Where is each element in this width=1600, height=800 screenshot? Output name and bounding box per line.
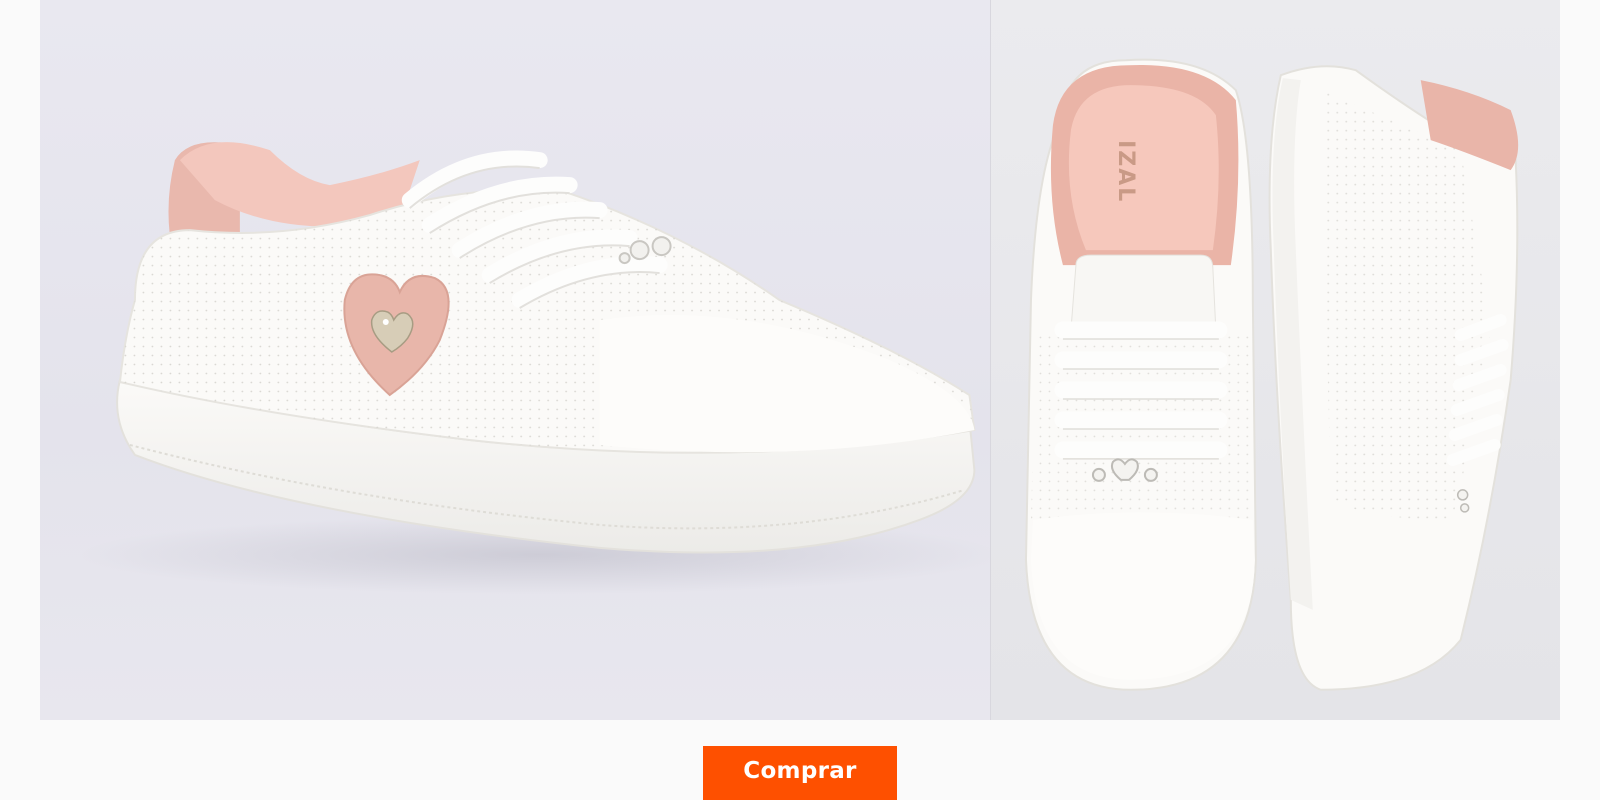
buy-button[interactable]: Comprar [703, 746, 897, 800]
product-photo-main[interactable] [40, 0, 991, 720]
side-view-shoe [1268, 65, 1519, 691]
top-view-shoe: IZAL [1025, 58, 1258, 691]
product-image-gallery: IZAL [40, 0, 1560, 720]
insole-brand-print: IZAL [1113, 140, 1138, 203]
product-photo-secondary[interactable]: IZAL [990, 0, 1560, 720]
sneaker-side-illustration [80, 142, 991, 595]
sneaker-pair-illustration: IZAL [1025, 58, 1519, 691]
